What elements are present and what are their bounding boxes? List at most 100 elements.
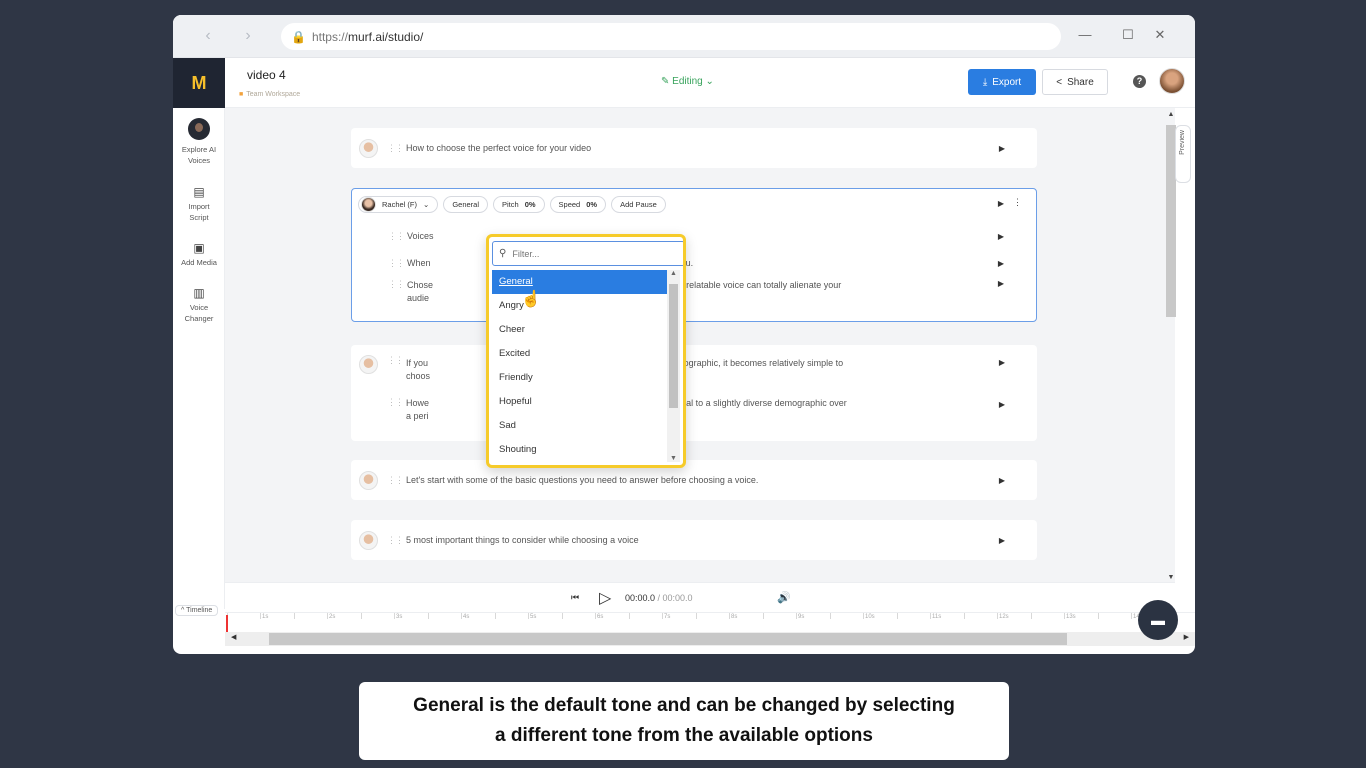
play-icon[interactable]: ▶ <box>999 144 1005 153</box>
dropdown-scrollbar[interactable]: ▲ ▼ <box>667 270 680 462</box>
style-option-hopeful[interactable]: Hopeful <box>492 390 667 414</box>
timeline-tick-label: 5s <box>530 614 537 620</box>
scroll-left-icon[interactable]: ◀ <box>231 633 236 641</box>
script-block[interactable]: ⋮⋮ If you on or some other specific demo… <box>351 345 1037 441</box>
close-icon[interactable]: ✕ <box>1151 27 1169 43</box>
voice-avatar[interactable] <box>359 530 378 550</box>
drag-handle-icon[interactable]: ⋮⋮ <box>387 397 404 408</box>
forward-icon[interactable]: › <box>238 27 258 45</box>
timeline-tick-label: 8s <box>731 614 738 620</box>
script-row[interactable]: ⋮⋮ Voices ▶ <box>352 223 1036 249</box>
play-icon[interactable]: ▶ <box>999 536 1005 545</box>
editing-mode-dropdown[interactable]: ✎ Editing ⌄ <box>661 76 714 87</box>
style-option-excited[interactable]: Excited <box>492 342 667 366</box>
timeline-toggle[interactable]: ^ Timeline <box>175 605 219 616</box>
timeline-tick-label: 3s <box>396 614 403 620</box>
timeline-tick <box>863 613 864 619</box>
style-option-shouting[interactable]: Shouting <box>492 438 667 462</box>
help-icon[interactable]: ? <box>1133 75 1146 88</box>
block-text[interactable]: How to choose the perfect voice for your… <box>406 143 957 153</box>
style-selector[interactable]: General <box>443 195 488 213</box>
play-icon[interactable]: ▶ <box>998 279 1004 288</box>
script-row[interactable]: ⋮⋮ Chose with your audience, but a non-r… <box>352 277 1036 307</box>
timeline-tick <box>1131 613 1132 619</box>
sidebar-item-voice-changer[interactable]: ▥ Voice Changer <box>173 287 225 324</box>
voice-selector[interactable]: Rachel (F) ⌄ <box>358 195 439 213</box>
script-row[interactable]: ⋮⋮ How to choose the perfect voice for y… <box>351 135 1037 161</box>
timeline-tick <box>1097 613 1099 619</box>
script-row[interactable]: ⋮⋮ Howe a brand, that is meant to appeal… <box>351 395 1037 425</box>
export-button[interactable]: ⤓ Export <box>968 69 1036 95</box>
style-option-friendly[interactable]: Friendly <box>492 366 667 390</box>
workspace-label[interactable]: ■ Team Workspace <box>239 91 300 98</box>
timeline-ruler[interactable]: 1s2s3s4s5s6s7s8s9s10s11s12s13s14s <box>225 612 1195 632</box>
back-icon[interactable]: ‹ <box>198 27 218 45</box>
scroll-down-icon[interactable]: ▼ <box>667 455 680 462</box>
scrollbar-thumb[interactable] <box>669 284 678 408</box>
drag-handle-icon[interactable]: ⋮⋮ <box>387 475 404 486</box>
timeline-tick-label: 9s <box>798 614 805 620</box>
more-options-icon[interactable]: ⋮ <box>1013 197 1022 208</box>
drag-handle-icon[interactable]: ⋮⋮ <box>388 279 405 290</box>
script-row[interactable]: ⋮⋮ If you on or some other specific demo… <box>351 353 1037 383</box>
play-icon[interactable]: ▶ <box>998 259 1004 268</box>
project-title[interactable]: video 4 <box>247 68 286 82</box>
drag-handle-icon[interactable]: ⋮⋮ <box>387 535 404 546</box>
filter-input[interactable] <box>512 248 663 259</box>
share-icon: < <box>1056 76 1063 88</box>
scroll-up-icon[interactable]: ▲ <box>1165 111 1177 118</box>
script-block[interactable]: ⋮⋮ 5 most important things to consider w… <box>351 520 1037 560</box>
maximize-icon[interactable]: ☐ <box>1119 27 1137 43</box>
drag-handle-icon[interactable]: ⋮⋮ <box>388 231 405 242</box>
voice-avatar[interactable] <box>359 470 378 490</box>
scroll-right-icon[interactable]: ▶ <box>1184 633 1189 641</box>
play-icon[interactable]: ▶ <box>999 358 1005 367</box>
filter-field[interactable]: ⚲ <box>492 241 683 266</box>
preview-tab[interactable]: Preview <box>1175 125 1191 183</box>
address-bar[interactable]: 🔒 https:// murf.ai/studio/ <box>281 23 1061 50</box>
speed-control[interactable]: Speed 0% <box>549 195 607 213</box>
add-pause-button[interactable]: Add Pause <box>611 195 666 213</box>
style-option-sad[interactable]: Sad <box>492 414 667 438</box>
play-icon[interactable]: ▶ <box>999 400 1005 409</box>
sidebar-item-import-script[interactable]: ▤ Import Script <box>173 186 225 223</box>
voice-avatar[interactable] <box>359 355 378 374</box>
play-icon[interactable]: ▷ <box>599 588 611 608</box>
total-time: / 00:00.0 <box>655 592 693 603</box>
voice-avatar[interactable] <box>359 138 378 158</box>
block-text[interactable]: Let's start with some of the basic quest… <box>406 475 957 485</box>
timeline-tick <box>461 613 462 619</box>
style-option-angry[interactable]: Angry <box>492 294 667 318</box>
timeline-tick <box>360 613 362 619</box>
murf-logo[interactable]: M <box>173 58 225 108</box>
timeline-scrollbar[interactable]: ◀ ▶ <box>225 632 1195 646</box>
editor-scrollbar[interactable]: ▲ ▼ <box>1165 111 1177 581</box>
volume-icon[interactable]: 🔊 <box>777 591 791 604</box>
play-icon[interactable]: ▶ <box>998 199 1004 208</box>
sidebar-item-explore-voices[interactable]: Explore AI Voices <box>173 118 225 166</box>
sidebar-item-add-media[interactable]: ▣ Add Media <box>173 242 225 268</box>
script-block-active[interactable]: Rachel (F) ⌄ General Pitch 0% Speed 0% Add… <box>351 188 1037 322</box>
script-row[interactable]: ⋮⋮ Let's start with some of the basic qu… <box>351 467 1037 493</box>
drag-handle-icon[interactable]: ⋮⋮ <box>387 355 404 366</box>
script-block[interactable]: ⋮⋮ Let's start with some of the basic qu… <box>351 460 1037 500</box>
style-option-general[interactable]: General <box>492 270 667 294</box>
skip-back-icon[interactable]: ⏮ <box>571 592 579 603</box>
user-avatar[interactable] <box>1159 68 1185 94</box>
style-option-cheer[interactable]: Cheer <box>492 318 667 342</box>
script-row[interactable]: ⋮⋮ 5 most important things to consider w… <box>351 527 1037 553</box>
play-icon[interactable]: ▶ <box>999 476 1005 485</box>
pitch-control[interactable]: Pitch 0% <box>493 195 545 213</box>
block-text[interactable]: 5 most important things to consider whil… <box>406 535 957 545</box>
script-block[interactable]: ⋮⋮ How to choose the perfect voice for y… <box>351 128 1037 168</box>
play-icon[interactable]: ▶ <box>998 232 1004 241</box>
scrollbar-thumb[interactable] <box>269 633 1067 645</box>
scroll-up-icon[interactable]: ▲ <box>667 270 680 277</box>
drag-handle-icon[interactable]: ⋮⋮ <box>387 143 404 154</box>
share-button[interactable]: < Share <box>1042 69 1108 95</box>
chat-support-button[interactable]: ▬ <box>1138 600 1178 640</box>
drag-handle-icon[interactable]: ⋮⋮ <box>388 258 405 269</box>
scroll-down-icon[interactable]: ▼ <box>1165 574 1177 581</box>
script-row[interactable]: ⋮⋮ When ween your audience and you. ▶ <box>352 250 1036 276</box>
minimize-icon[interactable]: — <box>1076 27 1094 42</box>
